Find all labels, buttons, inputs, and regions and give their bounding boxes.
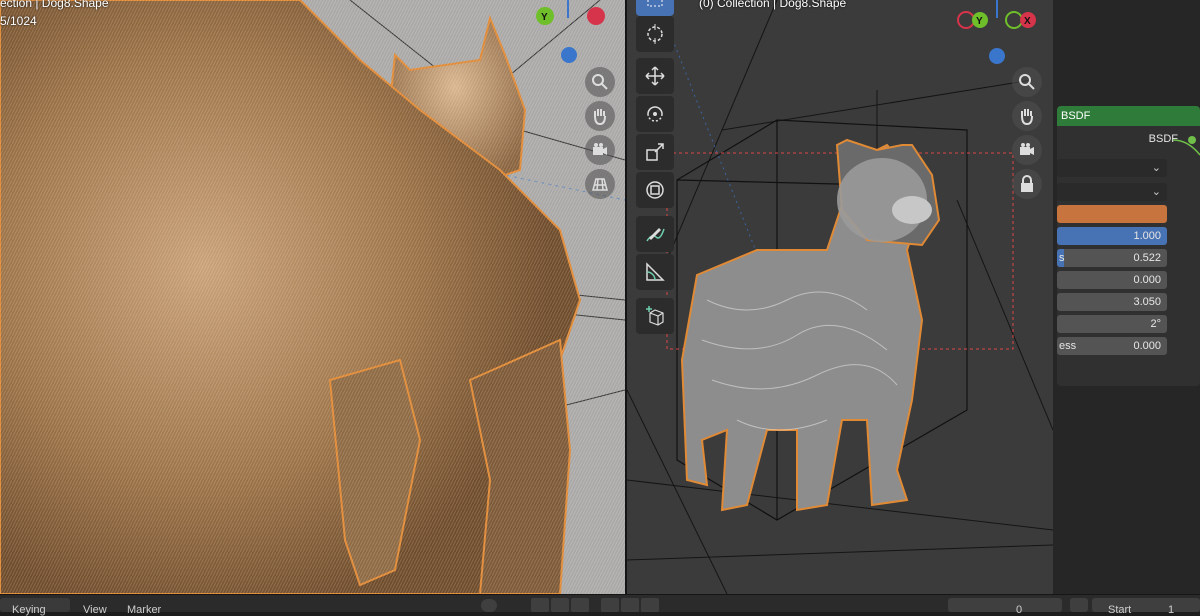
record-toggle[interactable] xyxy=(481,599,497,612)
value-field-5[interactable]: 2° xyxy=(1057,315,1167,333)
zoom-icon[interactable] xyxy=(585,67,615,97)
camera-icon[interactable] xyxy=(585,135,615,165)
dog-sculpt-render xyxy=(627,0,1053,594)
view-menu[interactable]: View xyxy=(83,604,107,616)
axis-gizmo-right[interactable]: Y X xyxy=(952,0,1042,70)
hand-pan-icon[interactable] xyxy=(1012,101,1042,131)
svg-text:Y: Y xyxy=(541,12,548,23)
play-reverse-button[interactable] xyxy=(571,598,589,612)
node-link xyxy=(1173,139,1200,156)
transform-tool[interactable] xyxy=(636,172,674,208)
marker-menu[interactable]: Marker xyxy=(127,604,161,616)
lock-icon[interactable] xyxy=(1012,169,1042,199)
value-field-2[interactable]: s 0.522 xyxy=(1057,249,1167,267)
axis-gizmo-left[interactable]: Y xyxy=(528,0,608,70)
base-color-swatch[interactable] xyxy=(1057,205,1167,223)
viewport-header-object: (0) Collection | Dog8.Shape xyxy=(699,0,847,10)
move-tool[interactable] xyxy=(636,58,674,94)
left-3d-viewport[interactable]: ection | Dog8.Shape 5/1024 Y xyxy=(0,0,625,594)
zoom-icon[interactable] xyxy=(1012,67,1042,97)
dropdown-2[interactable]: ⌄ xyxy=(1057,183,1167,201)
jump-start-button[interactable] xyxy=(531,598,549,612)
fur-render-dog-rear xyxy=(0,0,625,594)
hand-pan-icon[interactable] xyxy=(585,101,615,131)
select-box-tool[interactable] xyxy=(636,0,674,16)
shader-node-editor[interactable]: BSDF BSDF ⌄ ⌄ 1.000 s 0.522 0.000 3.050 2… xyxy=(1053,0,1200,594)
value-field-6[interactable]: ess 0.000 xyxy=(1057,337,1167,355)
svg-text:Y: Y xyxy=(976,16,983,27)
stopwatch-icon[interactable] xyxy=(1070,598,1088,612)
value-field-4[interactable]: 3.050 xyxy=(1057,293,1167,311)
start-frame-field[interactable]: Start 1 xyxy=(1092,598,1200,616)
camera-icon[interactable] xyxy=(1012,135,1042,165)
rotate-tool[interactable] xyxy=(636,96,674,132)
viewport-header-samples: 5/1024 xyxy=(0,14,37,28)
keying-dropdown[interactable]: Keying xyxy=(0,598,70,616)
scale-tool[interactable] xyxy=(636,134,674,170)
current-frame-field[interactable]: 0 xyxy=(948,598,1062,616)
viewport-header-object: ection | Dog8.Shape xyxy=(0,0,109,10)
dropdown-1[interactable]: ⌄ xyxy=(1057,159,1167,177)
value-field-3[interactable]: 0.000 xyxy=(1057,271,1167,289)
right-3d-viewport[interactable]: (0) Collection | Dog8.Shape Y X xyxy=(627,0,1053,594)
value-field-1[interactable]: 1.000 xyxy=(1057,227,1167,245)
node-header[interactable]: BSDF xyxy=(1057,106,1200,126)
cursor-tool[interactable] xyxy=(636,16,674,52)
area-divider[interactable] xyxy=(625,0,627,594)
jump-end-button[interactable] xyxy=(641,598,659,612)
next-keyframe-button[interactable] xyxy=(621,598,639,612)
play-button[interactable] xyxy=(601,598,619,612)
annotate-tool[interactable] xyxy=(636,216,674,252)
measure-tool[interactable] xyxy=(636,254,674,290)
timeline-header: Keying View Marker 0 Start 1 xyxy=(0,594,1200,616)
svg-text:X: X xyxy=(1024,16,1031,27)
add-cube-tool[interactable] xyxy=(636,298,674,334)
grid-icon[interactable] xyxy=(585,169,615,199)
prev-keyframe-button[interactable] xyxy=(551,598,569,612)
